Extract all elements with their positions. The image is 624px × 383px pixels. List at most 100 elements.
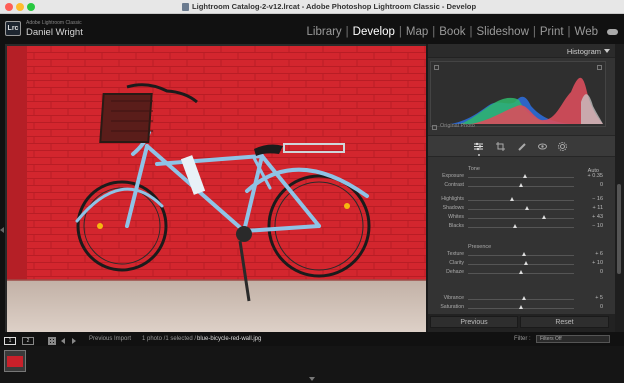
histogram-title: Histogram [566, 47, 601, 56]
whites-slider-thumb[interactable] [541, 215, 546, 219]
highlights-label: Highlights [441, 196, 464, 202]
module-book[interactable]: Book [439, 26, 465, 38]
saturation-slider-thumb[interactable] [518, 305, 523, 309]
minimize-window-button[interactable] [16, 3, 24, 11]
saturation-value[interactable]: 0 [575, 304, 603, 310]
clarity-value[interactable]: + 10 [575, 260, 603, 266]
module-separator: | [532, 26, 536, 38]
reset-button[interactable]: Reset [520, 316, 609, 328]
photo-viewer[interactable] [5, 44, 426, 332]
second-monitor-button[interactable]: 2 [22, 337, 34, 345]
expand-left-panel-icon[interactable] [0, 227, 4, 233]
whites-label: Whites [448, 214, 464, 220]
maximize-window-button[interactable] [27, 3, 35, 11]
exposure-label: Exposure [442, 173, 464, 179]
highlight-clipping-toggle[interactable] [597, 65, 602, 70]
blacks-value[interactable]: − 10 [575, 223, 603, 229]
module-develop[interactable]: Develop [353, 26, 395, 38]
main-monitor-button[interactable]: 1 [4, 337, 16, 345]
close-window-button[interactable] [5, 3, 13, 11]
module-map[interactable]: Map [406, 26, 428, 38]
thumbnail-image [7, 356, 23, 367]
document-icon [182, 3, 189, 11]
photo-blue-bicycle-red-wall [7, 46, 426, 332]
clarity-slider[interactable] [468, 261, 574, 265]
original-photo-label: Original Photo [440, 123, 475, 129]
crop-icon[interactable] [496, 142, 505, 151]
back-arrow-icon[interactable] [61, 338, 65, 344]
whites-slider[interactable] [468, 215, 574, 219]
contrast-value[interactable]: 0 [575, 182, 603, 188]
saturation-slider[interactable] [468, 305, 574, 309]
develop-right-panel: Histogram Original Photo Auto Tone Exposur… [428, 44, 615, 332]
filmstrip-toolbar: 1 2 Previous Import 1 photo /1 selected … [0, 332, 624, 346]
texture-value[interactable]: + 6 [575, 251, 603, 257]
exposure-value[interactable]: + 0.35 [575, 173, 603, 179]
saturation-label: Saturation [440, 304, 464, 310]
red-eye-icon[interactable] [538, 142, 547, 151]
vibrance-value[interactable]: + 5 [575, 295, 603, 301]
texture-slider-thumb[interactable] [521, 252, 526, 256]
right-panel-scrollbar[interactable] [615, 44, 624, 332]
filmstrip-thumbnail[interactable] [4, 350, 26, 372]
contrast-label: Contrast [444, 182, 464, 188]
blacks-slider-thumb[interactable] [513, 224, 518, 228]
module-separator: | [567, 26, 571, 38]
exposure-slider-thumb[interactable] [522, 174, 527, 178]
forward-arrow-icon[interactable] [72, 338, 76, 344]
highlights-slider-thumb[interactable] [510, 197, 515, 201]
shadow-clipping-toggle[interactable] [434, 65, 439, 70]
module-separator: | [469, 26, 473, 38]
texture-label: Texture [446, 251, 464, 257]
histogram-header[interactable]: Histogram [428, 44, 615, 58]
highlights-slider[interactable] [468, 197, 574, 201]
previous-button[interactable]: Previous [430, 316, 518, 328]
panel-buttons: Previous Reset [428, 314, 615, 332]
dehaze-slider-thumb[interactable] [518, 270, 523, 274]
contrast-slider[interactable] [468, 183, 574, 187]
window-title: Lightroom Catalog-2-v12.lrcat - Adobe Ph… [192, 2, 477, 11]
collapse-triangle-icon[interactable] [604, 49, 610, 53]
module-web[interactable]: Web [575, 26, 598, 38]
contrast-slider-thumb[interactable] [518, 183, 523, 187]
whites-value[interactable]: + 43 [575, 214, 603, 220]
module-slideshow[interactable]: Slideshow [476, 26, 528, 38]
grid-view-icon[interactable] [48, 337, 56, 345]
module-picker: Library | Develop | Map | Book | Slideshow | Print… [307, 26, 598, 38]
expand-filmstrip-icon[interactable] [309, 377, 315, 381]
blacks-slider[interactable] [468, 224, 574, 228]
shadows-label: Shadows [442, 205, 464, 211]
dehaze-label: Dehaze [446, 269, 464, 275]
original-photo-checkbox[interactable] [432, 125, 437, 130]
shadows-slider-thumb[interactable] [524, 206, 529, 210]
blacks-label: Blacks [448, 223, 464, 229]
module-library[interactable]: Library [307, 26, 342, 38]
filter-label: Filter : [514, 336, 531, 342]
edit-sliders-icon[interactable] [474, 142, 483, 151]
lightroom-classic-logo: Lrc [5, 21, 21, 36]
presence-section-label[interactable]: Presence [468, 244, 491, 250]
healing-brush-icon[interactable] [518, 142, 527, 151]
dehaze-slider[interactable] [468, 270, 574, 274]
cloud-sync-icon[interactable] [607, 29, 618, 35]
module-separator: | [398, 26, 402, 38]
tone-section-label[interactable]: Tone [468, 166, 480, 172]
develop-tool-strip [428, 135, 615, 157]
filter-dropdown[interactable]: Filters Off [536, 335, 610, 343]
histogram-graph[interactable] [430, 61, 606, 127]
vibrance-slider[interactable] [468, 296, 574, 300]
module-print[interactable]: Print [540, 26, 564, 38]
scrollbar-thumb[interactable] [617, 184, 621, 274]
source-label[interactable]: Previous Import [89, 336, 131, 342]
exposure-slider[interactable] [468, 174, 574, 178]
highlights-value[interactable]: − 16 [575, 196, 603, 202]
texture-slider[interactable] [468, 252, 574, 256]
shadows-slider[interactable] [468, 206, 574, 210]
masking-icon[interactable] [558, 142, 567, 151]
shadows-value[interactable]: + 11 [575, 205, 603, 211]
selected-filename[interactable]: blue-bicycle-red-wall.jpg [197, 336, 261, 342]
photo-image [7, 46, 426, 332]
vibrance-slider-thumb[interactable] [521, 296, 526, 300]
clarity-slider-thumb[interactable] [523, 261, 528, 265]
dehaze-value[interactable]: 0 [575, 269, 603, 275]
